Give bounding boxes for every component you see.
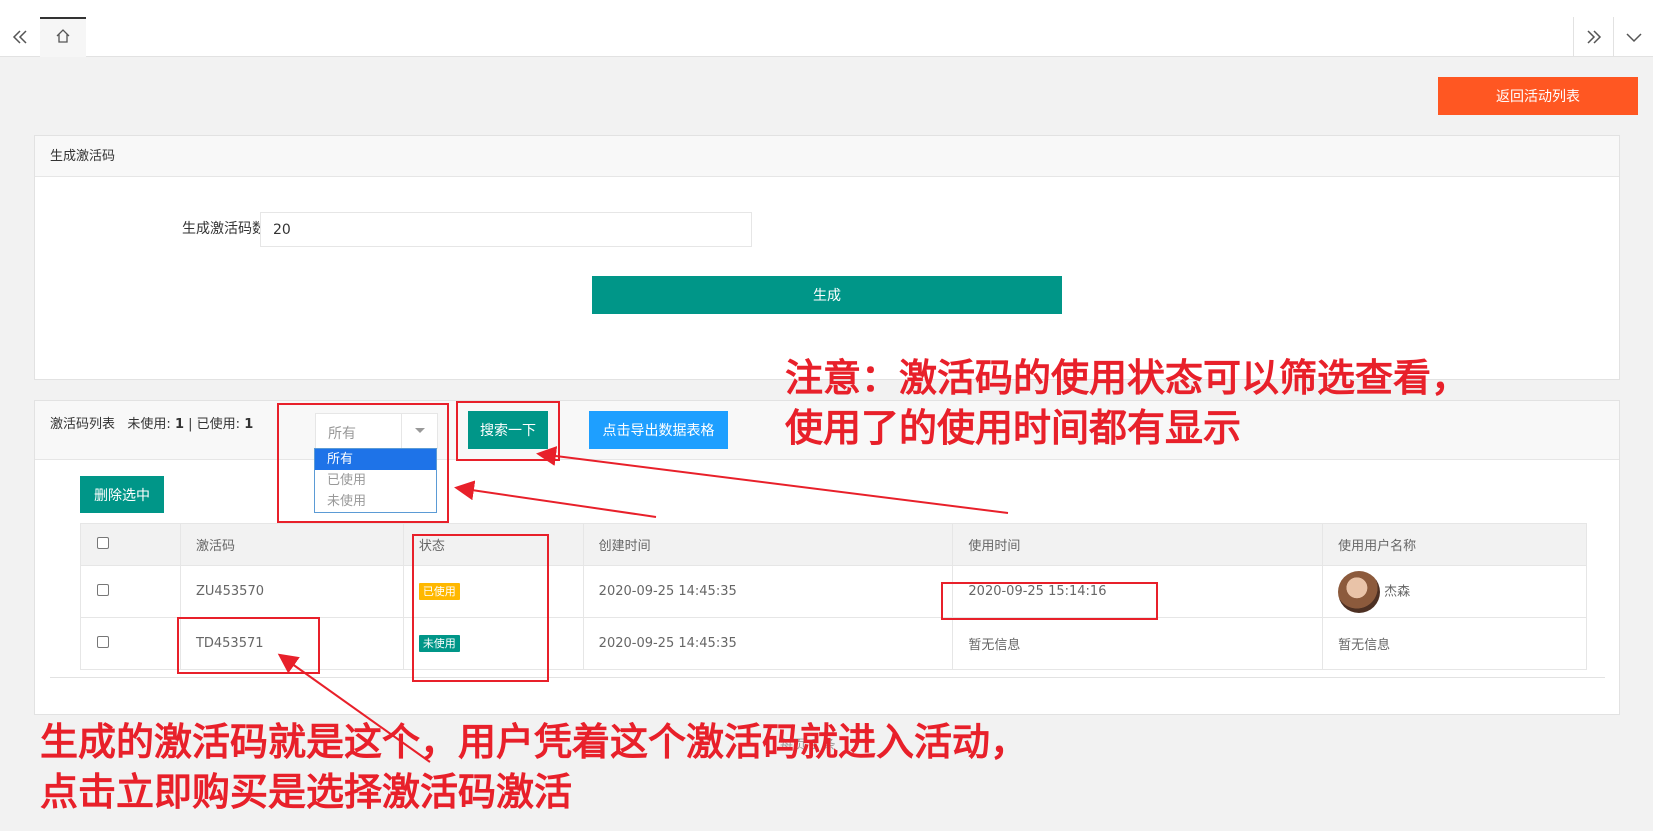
annotation-note-filter: 注意：激活码的使用状态可以筛选查看， 使用了的使用时间都有显示 <box>785 353 1469 453</box>
annotation-note-code: 生成的激活码就是这个，用户凭着这个激活码就进入活动， 点击立即购买是选择激活码激… <box>40 717 1028 817</box>
annotation-note-filter-line2: 使用了的使用时间都有显示 <box>785 406 1242 450</box>
annotation-note-code-line2: 点击立即购买是选择激活码激活 <box>40 770 573 814</box>
annotation-note-filter-line1: 注意：激活码的使用状态可以筛选查看， <box>785 356 1470 400</box>
annotation-note-code-line1: 生成的激活码就是这个，用户凭着这个激活码就进入活动， <box>40 720 1029 764</box>
